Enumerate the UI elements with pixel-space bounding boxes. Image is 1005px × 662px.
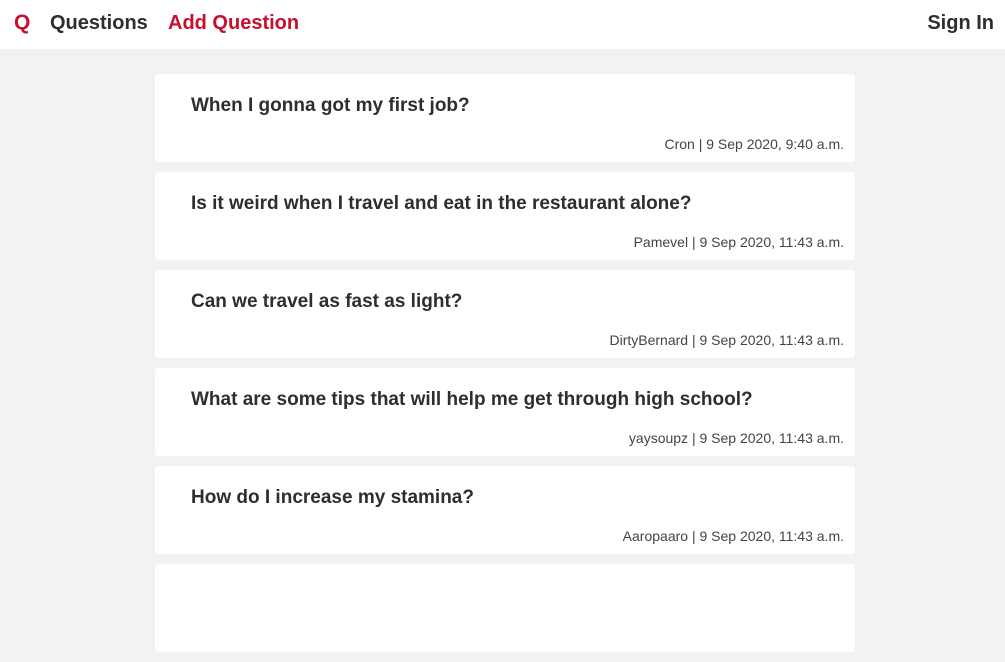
question-title-link[interactable]: How do I increase my stamina? xyxy=(191,487,474,509)
question-feed: When I gonna got my first job? Cron | 9 … xyxy=(155,74,855,662)
question-card[interactable]: Is it weird when I travel and eat in the… xyxy=(155,172,855,260)
nav-questions-link[interactable]: Questions xyxy=(50,12,148,35)
question-date: 9 Sep 2020, 11:43 a.m. xyxy=(699,528,844,544)
question-date: 9 Sep 2020, 9:40 a.m. xyxy=(706,136,844,152)
question-author: yaysoupz xyxy=(628,430,689,446)
question-card[interactable]: Can we travel as fast as light? DirtyBer… xyxy=(155,270,855,358)
question-author: DirtyBernard xyxy=(609,332,689,348)
question-title-link[interactable]: Can we travel as fast as light? xyxy=(191,291,462,313)
question-title-link[interactable]: When I gonna got my first job? xyxy=(191,95,470,117)
question-title-link[interactable]: What are some tips that will help me get… xyxy=(191,389,753,411)
question-author: Pamevel xyxy=(633,234,689,250)
nav-add-question-link[interactable]: Add Question xyxy=(168,12,299,35)
question-author: Aaropaaro xyxy=(622,528,689,544)
question-author: Cron xyxy=(664,136,695,152)
question-meta: Aaropaaro | 9 Sep 2020, 11:43 a.m. xyxy=(622,528,844,544)
question-date: 9 Sep 2020, 11:43 a.m. xyxy=(699,430,844,446)
question-meta: yaysoupz | 9 Sep 2020, 11:43 a.m. xyxy=(628,430,844,446)
logo-home-link[interactable]: Q xyxy=(14,11,30,35)
nav-sign-in-link[interactable]: Sign In xyxy=(927,12,994,35)
question-date: 9 Sep 2020, 11:43 a.m. xyxy=(699,332,844,348)
question-meta: Cron | 9 Sep 2020, 9:40 a.m. xyxy=(664,136,844,152)
question-meta: DirtyBernard | 9 Sep 2020, 11:43 a.m. xyxy=(609,332,844,348)
question-meta: Pamevel | 9 Sep 2020, 11:43 a.m. xyxy=(633,234,844,250)
question-title-link[interactable]: Is it weird when I travel and eat in the… xyxy=(191,193,691,215)
question-date: 9 Sep 2020, 11:43 a.m. xyxy=(699,234,844,250)
question-card[interactable]: How do I increase my stamina? Aaropaaro … xyxy=(155,466,855,554)
question-card[interactable]: When I gonna got my first job? Cron | 9 … xyxy=(155,74,855,162)
top-navbar: Q Questions Add Question Sign In xyxy=(0,0,1005,49)
question-card[interactable]: What are some tips that will help me get… xyxy=(155,368,855,456)
question-card-partial[interactable] xyxy=(155,564,855,652)
